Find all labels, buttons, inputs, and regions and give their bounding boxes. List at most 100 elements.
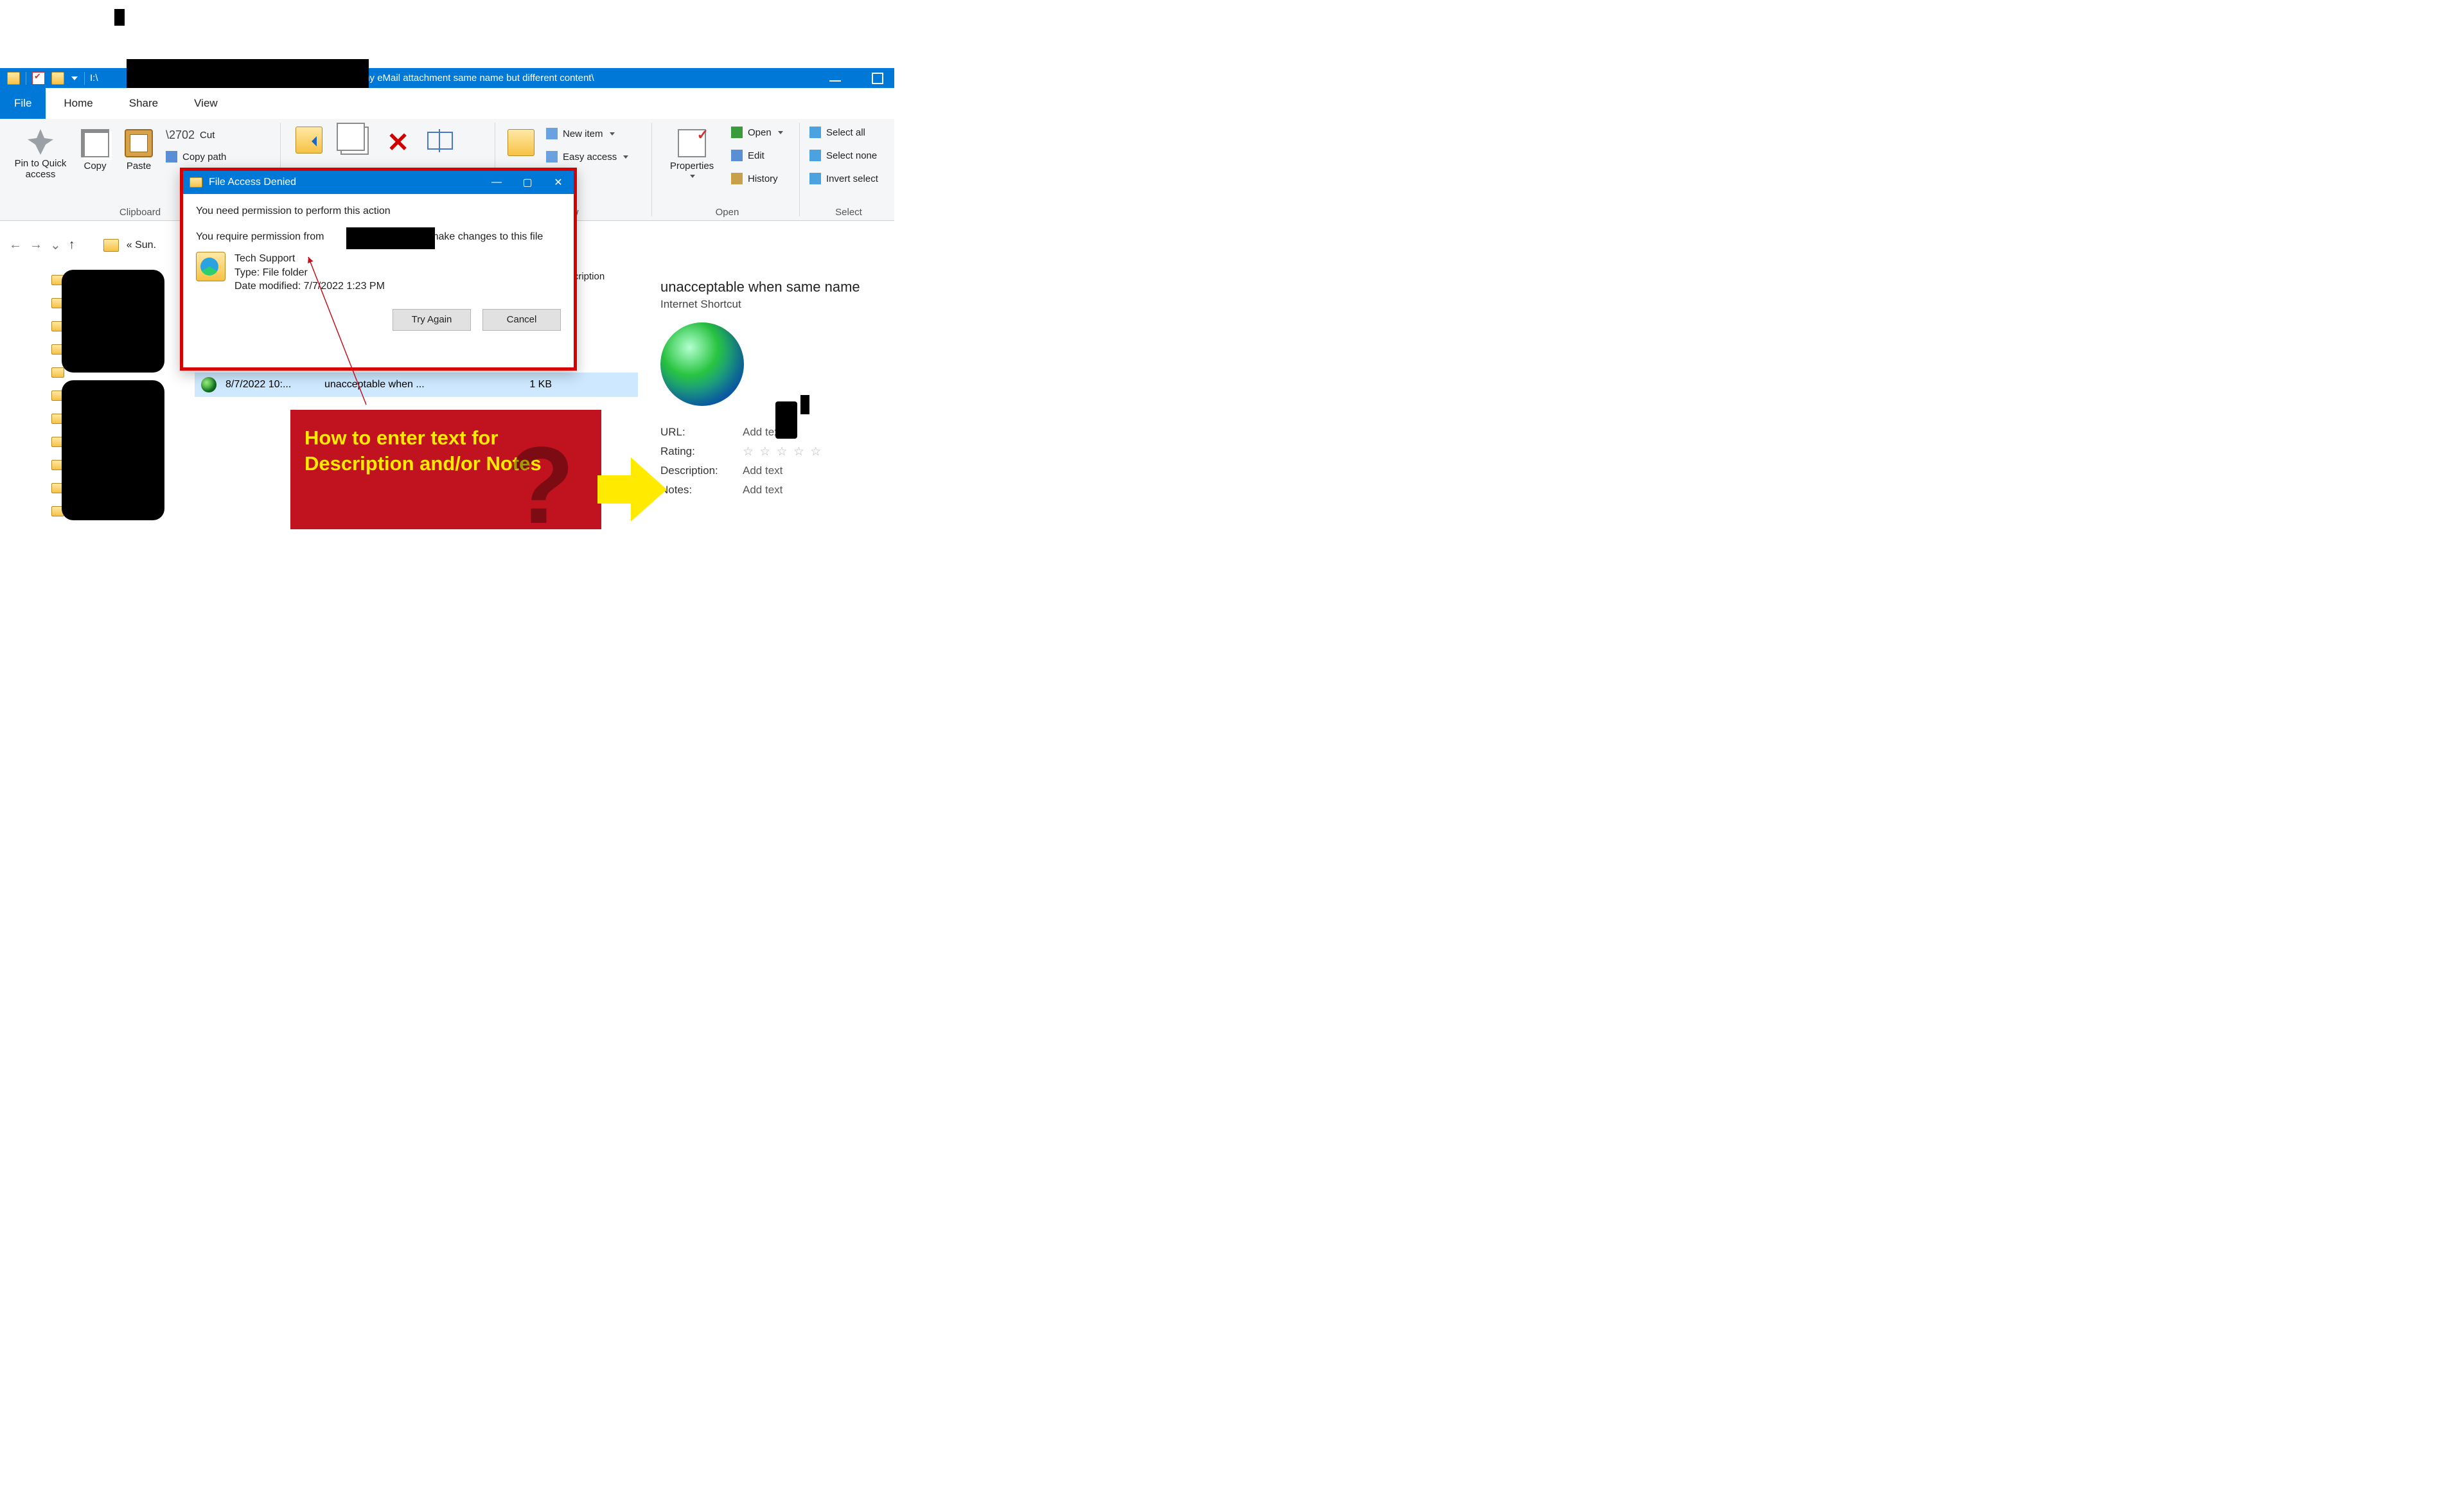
label: Open xyxy=(748,127,772,138)
tab-home[interactable]: Home xyxy=(46,88,110,119)
dialog-file-date: Date modified: 7/7/2022 1:23 PM xyxy=(234,279,385,294)
redaction-mark xyxy=(114,9,125,26)
window-minimize-button[interactable] xyxy=(826,69,844,87)
chevron-down-icon xyxy=(690,175,695,178)
annotation-arrow xyxy=(597,457,668,522)
label: Select all xyxy=(826,127,865,138)
dialog-close-button[interactable]: ✕ xyxy=(543,171,574,194)
paste-icon xyxy=(125,129,153,157)
delete-icon[interactable]: ✕ xyxy=(387,127,409,158)
folder-icon xyxy=(190,177,202,188)
label: History xyxy=(748,173,778,184)
folder-icon xyxy=(51,367,64,378)
label: Paste xyxy=(127,161,151,171)
new-folder-icon[interactable] xyxy=(508,129,534,156)
cut-button[interactable]: \2702Cut xyxy=(166,127,226,143)
window-maximize-button[interactable] xyxy=(869,69,887,87)
pin-to-quick-access-button[interactable]: Pin to Quick access xyxy=(12,129,69,180)
callout-text: How to enter text for Description and/or… xyxy=(305,426,542,475)
file-size: 1 KB xyxy=(513,379,552,391)
dialog-file-name: Tech Support xyxy=(234,252,385,266)
file-row-selected[interactable]: 8/7/2022 10:... unacceptable when ... 1 … xyxy=(195,373,638,397)
invert-icon xyxy=(809,173,821,184)
copy-to-icon[interactable] xyxy=(340,127,369,155)
redaction-block xyxy=(62,270,164,373)
dialog-maximize-button[interactable]: ▢ xyxy=(512,171,543,194)
redaction-block xyxy=(346,227,435,249)
invert-selection-button[interactable]: Invert select xyxy=(809,170,878,187)
copy-path-button[interactable]: Copy path xyxy=(166,148,226,165)
tab-share[interactable]: Share xyxy=(111,88,176,119)
label: New item xyxy=(563,128,603,139)
prop-key: Rating: xyxy=(660,445,743,458)
label: Pin to Quick access xyxy=(12,158,69,180)
nav-forward-button[interactable]: → xyxy=(30,238,42,252)
qat-dropdown-icon[interactable] xyxy=(71,76,78,80)
label: Copy path xyxy=(182,152,226,163)
group-label-select: Select xyxy=(803,207,894,218)
pin-icon xyxy=(28,129,53,155)
annotation-callout: ? How to enter text for Description and/… xyxy=(290,410,601,529)
redaction-mark xyxy=(800,395,809,414)
prop-value-add-text[interactable]: Add text xyxy=(743,484,782,497)
edit-icon xyxy=(731,150,743,161)
copy-button[interactable]: Copy xyxy=(76,129,114,171)
move-to-icon[interactable] xyxy=(296,127,322,154)
path-prefix: I:\ xyxy=(90,73,98,84)
redaction-mark xyxy=(775,401,797,439)
internet-shortcut-icon xyxy=(201,377,216,392)
label: Properties xyxy=(670,161,714,171)
easy-access-icon xyxy=(546,151,558,163)
chevron-down-icon xyxy=(778,131,783,134)
edit-button[interactable]: Edit xyxy=(731,147,783,164)
copy-path-icon xyxy=(166,151,177,163)
nav-up-button[interactable]: ↑ xyxy=(69,238,75,252)
select-all-icon xyxy=(809,127,821,138)
question-mark-icon: ? xyxy=(508,415,574,557)
label: Copy xyxy=(84,161,106,171)
new-item-icon xyxy=(546,128,558,139)
new-folder-qat-icon[interactable] xyxy=(51,72,64,85)
rating-stars[interactable]: ☆ ☆ ☆ ☆ ☆ xyxy=(743,444,822,459)
prop-value-add-text[interactable]: Add text xyxy=(743,464,782,477)
history-button[interactable]: History xyxy=(731,170,783,187)
redaction-block xyxy=(62,380,164,520)
paste-button[interactable]: Paste xyxy=(119,129,158,171)
easy-access-button[interactable]: Easy access xyxy=(546,148,628,165)
tab-file[interactable]: File xyxy=(0,88,46,119)
file-date: 8/7/2022 10:... xyxy=(225,379,315,391)
label: Cut xyxy=(200,130,215,141)
open-button[interactable]: Open xyxy=(731,124,783,141)
dialog-file-type: Type: File folder xyxy=(234,266,385,280)
try-again-button[interactable]: Try Again xyxy=(393,309,471,331)
dialog-minimize-button[interactable]: — xyxy=(481,171,512,194)
nav-recent-dropdown[interactable]: ⌄ xyxy=(50,237,61,253)
copy-icon xyxy=(81,129,109,157)
details-type: Internet Shortcut xyxy=(660,298,892,311)
nav-back-button[interactable]: ← xyxy=(9,238,22,252)
dialog-message-2a: You require permission from xyxy=(196,231,327,242)
rename-icon[interactable] xyxy=(427,132,453,150)
dialog-message-1: You need permission to perform this acti… xyxy=(196,206,561,217)
folder-icon xyxy=(196,252,225,281)
label: Select none xyxy=(826,150,877,161)
folder-icon xyxy=(7,72,20,85)
label: Easy access xyxy=(563,152,617,163)
properties-button[interactable]: Properties xyxy=(662,129,722,178)
cancel-button[interactable]: Cancel xyxy=(482,309,561,331)
prop-key: URL: xyxy=(660,426,743,439)
details-title: unacceptable when same name xyxy=(660,279,892,295)
select-none-icon xyxy=(809,150,821,161)
select-none-button[interactable]: Select none xyxy=(809,147,878,164)
breadcrumb[interactable]: « Sun. xyxy=(127,240,156,251)
globe-thumbnail xyxy=(660,322,744,406)
select-all-button[interactable]: Select all xyxy=(809,124,878,141)
tab-view[interactable]: View xyxy=(176,88,236,119)
properties-qat-icon[interactable] xyxy=(32,72,45,85)
new-item-button[interactable]: New item xyxy=(546,125,628,142)
dialog-titlebar: File Access Denied — ▢ ✕ xyxy=(183,171,574,194)
label: Edit xyxy=(748,150,764,161)
history-icon xyxy=(731,173,743,184)
chevron-down-icon xyxy=(610,132,615,136)
folder-icon xyxy=(103,239,119,252)
